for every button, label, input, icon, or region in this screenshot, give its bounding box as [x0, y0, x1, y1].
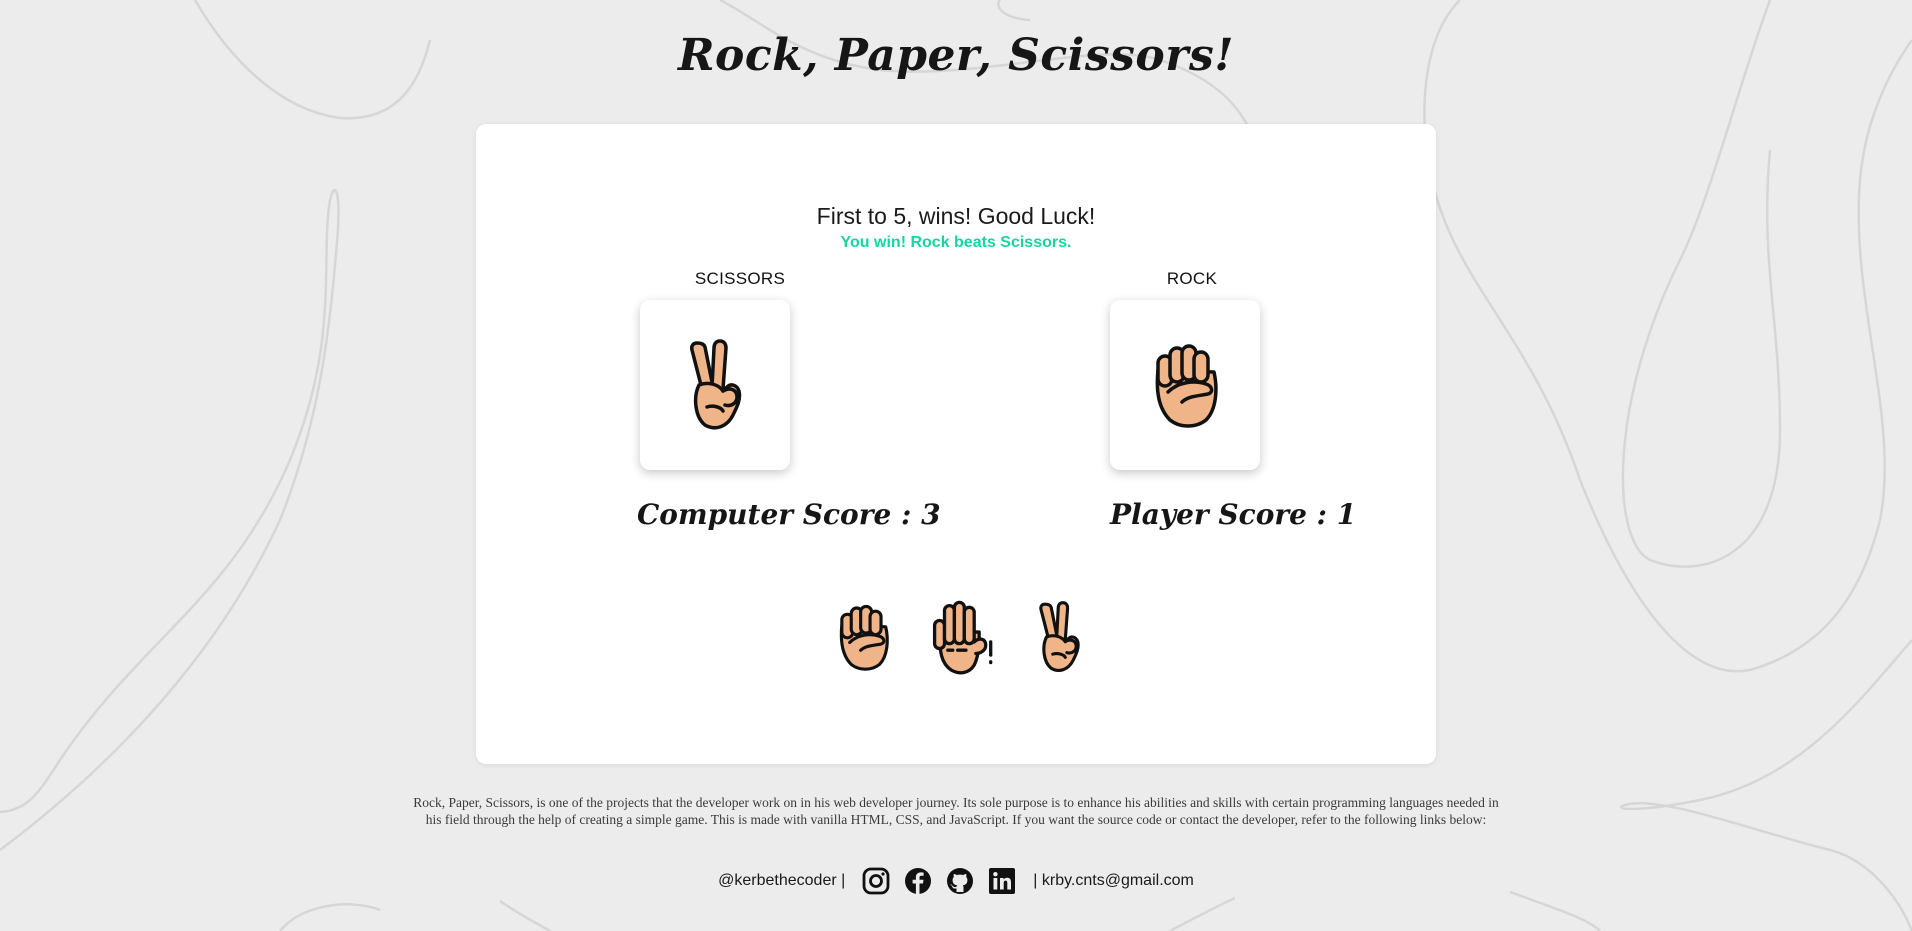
- player-choice-label: ROCK: [1166, 269, 1218, 288]
- facebook-icon: [905, 868, 932, 894]
- round-result-message: You win! Rock beats Scissors.: [840, 234, 1072, 251]
- paper-button[interactable]: [926, 594, 996, 679]
- about-text: Rock, Paper, Scissors, is one of the pro…: [413, 795, 1499, 827]
- scissors-button[interactable]: [1024, 594, 1094, 679]
- facebook-link[interactable]: [902, 865, 934, 897]
- rock-fist-icon: [839, 604, 889, 671]
- rock-button[interactable]: [828, 594, 898, 679]
- player-choice-box: [1110, 300, 1260, 470]
- paper-hand-icon: [932, 600, 993, 674]
- developer-email: | krby.cnts@gmail.com: [1033, 872, 1194, 889]
- computer-score: Computer Score : 3: [637, 498, 941, 531]
- linkedin-icon: [989, 868, 1016, 894]
- rock-fist-icon: [1155, 344, 1218, 428]
- game-card: First to 5, wins! Good Luck! You win! Ro…: [476, 124, 1436, 764]
- instagram-icon: [862, 867, 890, 895]
- scissors-hand-icon: [1039, 600, 1080, 672]
- game-instructions: First to 5, wins! Good Luck!: [816, 203, 1096, 229]
- scissors-hand-icon: [690, 339, 742, 430]
- footer: @kerbethecoder | | krby.cnts@gmail.com: [0, 866, 1912, 896]
- linkedin-link[interactable]: [986, 865, 1018, 897]
- page-title: Rock, Paper, Scissors!: [677, 30, 1235, 81]
- computer-choice-box: [640, 300, 790, 470]
- instagram-link[interactable]: [860, 865, 892, 897]
- computer-choice-label: SCISSORS: [694, 269, 786, 288]
- github-icon: [947, 868, 974, 894]
- developer-handle: @kerbethecoder |: [718, 872, 846, 889]
- player-score: Player Score : 1: [1110, 498, 1357, 531]
- github-link[interactable]: [944, 865, 976, 897]
